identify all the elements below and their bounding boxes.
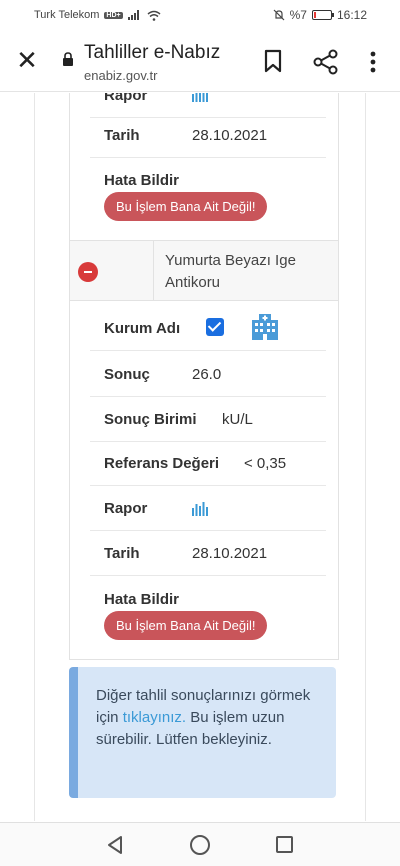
referans-row: Referans Değeri < 0,35 [90,441,326,486]
birim-label: Sonuç Birimi [104,411,197,428]
birim-row: Sonuç Birimi kU/L [90,397,326,442]
mute-icon [273,9,285,21]
error-label: Hata Bildir [104,591,180,608]
info-text: Diğer tahlil sonuçlarınızı görmek için t… [96,685,326,751]
recent-apps-icon[interactable] [276,836,293,853]
battery-level [313,12,316,18]
sonuc-row: Sonuç 26.0 [90,352,326,397]
kurum-checkbox[interactable] [206,318,224,336]
page-title: Tahliller e-Nabız [84,42,221,63]
lock-icon [63,52,73,66]
navigation-bar [0,822,400,866]
prev-error-label: Hata Bildir [104,172,180,189]
hospital-building-icon[interactable] [250,312,280,340]
minus-circle-icon[interactable] [78,262,98,282]
tarih-value: 28.10.2021 [192,545,268,562]
browser-header: ✕ Tahliller e-Nabız enabiz.gov.tr [0,30,400,92]
back-icon[interactable] [106,835,124,855]
report-error-button[interactable]: Bu İşlem Bana Ait Değil! [104,192,268,221]
share-icon[interactable] [313,49,339,75]
sonuc-value: 26.0 [192,366,222,383]
more-vert-icon[interactable] [366,49,380,75]
prev-tarih-label: Tarih [104,127,140,144]
more-results-link[interactable]: tıklayınız. [123,709,186,726]
prev-rapor-label: Rapor [104,93,148,104]
clock: 16:12 [336,8,367,22]
report-error-button[interactable]: Bu İşlem Bana Ait Değil! [104,611,268,640]
sonuc-label: Sonuç [104,366,150,383]
close-icon[interactable]: ✕ [14,47,40,74]
status-left: Turk Telekom HD+ [34,9,161,21]
carrier-label: Turk Telekom [34,9,100,21]
prev-error-block: Hata Bildir Bu İşlem Bana Ait Değil! [90,160,326,230]
test-header-row: Yumurta Beyazı Ige Antikoru [70,240,338,301]
test-divider [153,241,154,301]
birim-value: kU/L [222,411,253,428]
content-area[interactable]: Rapor Tarih 28.10.2021 Hata Bildir Bu İş… [0,93,400,821]
referans-value: < 0,35 [244,455,287,472]
signal-icon [127,10,139,20]
home-icon[interactable] [190,835,210,855]
network-badge: HD+ [104,11,123,19]
tarih-label: Tarih [104,545,140,562]
status-right: %7 16:12 [273,8,367,22]
bar-chart-icon[interactable] [192,93,208,102]
page-url: enabiz.gov.tr [84,68,158,83]
rapor-label: Rapor [104,500,148,517]
test-name: Yumurta Beyazı Ige Antikoru [165,252,296,291]
referans-label: Referans Değeri [104,455,220,472]
prev-tarih-value: 28.10.2021 [192,127,268,144]
kurum-label: Kurum Adı [104,320,181,337]
status-bar: Turk Telekom HD+ %7 16:12 [0,0,400,30]
tarih-row: Tarih 28.10.2021 [90,531,326,576]
prev-tarih-row: Tarih 28.10.2021 [90,113,326,158]
battery-icon [311,10,334,20]
wifi-icon [147,10,161,21]
kurum-row: Kurum Adı [90,306,326,351]
bookmark-icon[interactable] [262,49,284,73]
rapor-row: Rapor [90,486,326,531]
battery-percent: %7 [289,8,307,22]
info-box: Diğer tahlil sonuçlarınızı görmek için t… [69,667,336,798]
error-block: Hata Bildir Bu İşlem Bana Ait Değil! [90,579,326,649]
bar-chart-icon[interactable] [192,502,208,516]
